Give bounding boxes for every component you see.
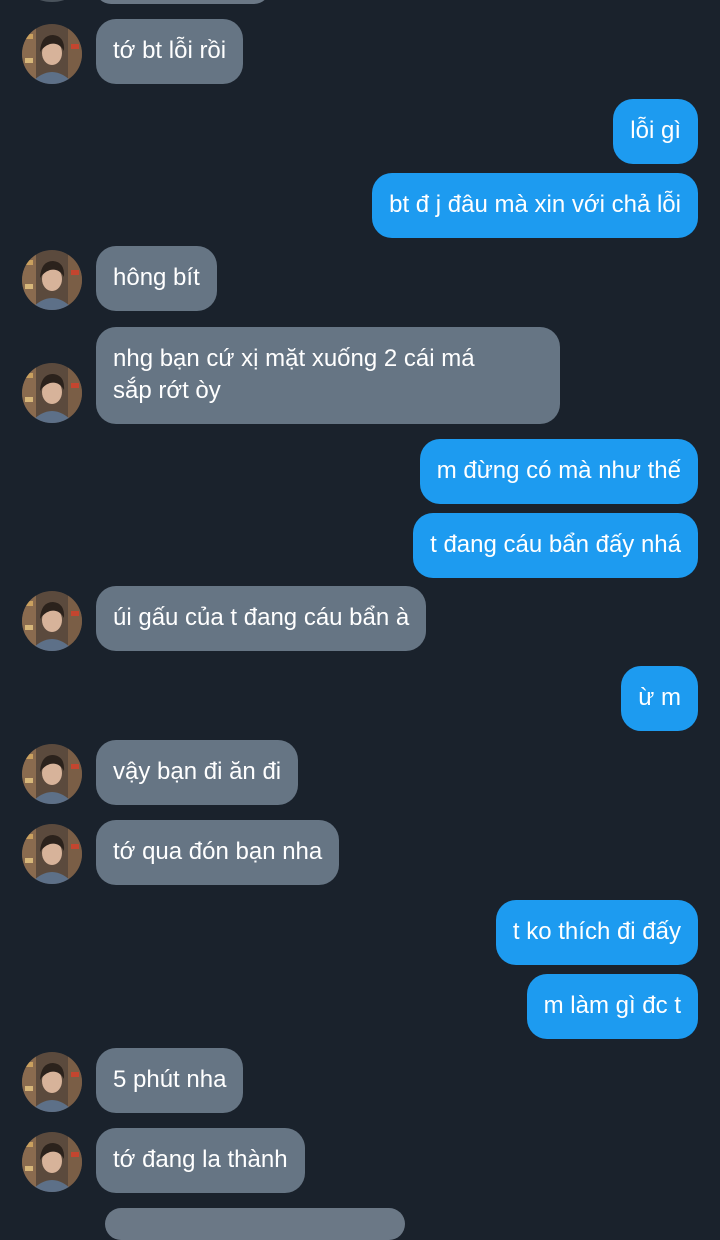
avatar-photo-icon [22, 591, 82, 651]
incoming-message-bubble[interactable]: tớ bt lỗi rồi [96, 19, 244, 84]
outgoing-message-bubble[interactable]: t ko thích đi đấy [495, 900, 698, 965]
outgoing-message-bubble[interactable]: bt đ j đâu mà xin với chả lỗi [372, 173, 698, 238]
incoming-message-bubble[interactable]: tớ đang la thành [96, 1128, 305, 1193]
message-text: tớ bt lỗi rồi [113, 37, 227, 64]
message-text: lỗi gì [630, 117, 681, 144]
previous-avatar-partial [22, 0, 82, 2]
contact-avatar[interactable] [22, 591, 82, 651]
avatar-photo-icon [22, 824, 82, 884]
message-text: úi gấu của t đang cáu bẩn à [113, 604, 410, 631]
message-text: tớ qua đón bạn nha [113, 838, 323, 865]
message-text-line: sắp rớt òy [113, 377, 221, 404]
outgoing-message-bubble[interactable]: t đang cáu bẩn đấy nhá [413, 513, 698, 578]
avatar-photo-icon [22, 1132, 82, 1192]
contact-avatar[interactable] [22, 24, 82, 84]
message-text: t đang cáu bẩn đấy nhá [430, 531, 681, 558]
message-text-line: nhg bạn cứ xị mặt xuống 2 cái má [113, 345, 475, 372]
avatar-photo-icon [22, 744, 82, 804]
contact-avatar[interactable] [22, 744, 82, 804]
message-text: bt đ j đâu mà xin với chả lỗi [389, 191, 681, 218]
contact-avatar[interactable] [22, 824, 82, 884]
message-text: m đừng có mà như thế [436, 457, 681, 484]
incoming-message-bubble[interactable]: úi gấu của t đang cáu bẩn à [96, 586, 427, 651]
avatar-photo-icon [22, 24, 82, 84]
message-text: tớ đang la thành [113, 1146, 288, 1173]
contact-avatar[interactable] [22, 1052, 82, 1112]
message-text: m làm gì đc t [543, 992, 681, 1019]
message-text: hông bít [113, 264, 200, 291]
contact-avatar[interactable] [22, 363, 82, 423]
incoming-message-bubble[interactable]: 5 phút nha [96, 1048, 244, 1113]
incoming-message-bubble[interactable]: tớ qua đón bạn nha [96, 820, 340, 885]
avatar-photo-icon [22, 250, 82, 310]
contact-avatar[interactable] [22, 1132, 82, 1192]
incoming-message-bubble[interactable]: nhg bạn cứ xị mặt xuống 2 cái má sắp rớt… [96, 327, 560, 424]
incoming-message-bubble[interactable]: vậy bạn đi ăn đi [96, 740, 299, 805]
previous-message-bubble-partial [95, 0, 270, 4]
message-text: 5 phút nha [113, 1066, 227, 1093]
avatar-photo-icon [22, 1052, 82, 1112]
message-text: vậy bạn đi ăn đi [113, 758, 282, 785]
outgoing-message-bubble[interactable]: lỗi gì [613, 99, 698, 164]
message-text: ừ m [638, 684, 681, 711]
avatar-photo-icon [22, 363, 82, 423]
message-text: t ko thích đi đấy [512, 918, 681, 945]
next-message-bubble-partial [105, 1208, 405, 1240]
outgoing-message-bubble[interactable]: m đừng có mà như thế [419, 439, 698, 504]
outgoing-message-bubble[interactable]: ừ m [621, 666, 698, 731]
outgoing-message-bubble[interactable]: m làm gì đc t [526, 974, 698, 1039]
incoming-message-bubble[interactable]: hông bít [96, 246, 217, 311]
contact-avatar[interactable] [22, 250, 82, 310]
